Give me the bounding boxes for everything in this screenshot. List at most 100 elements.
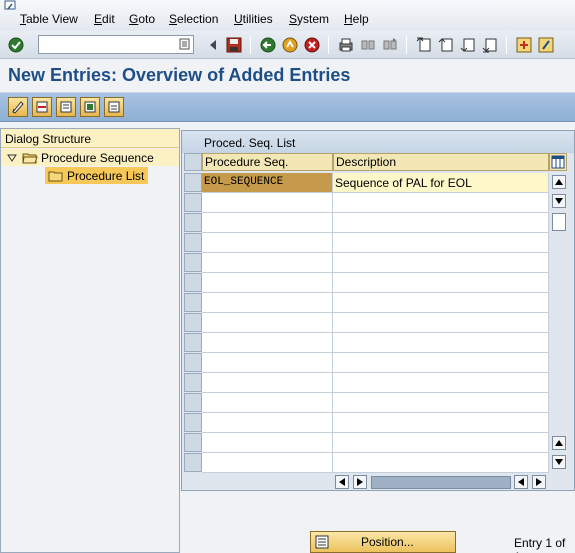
row-selector[interactable] (184, 213, 202, 232)
row-selector[interactable] (184, 413, 202, 432)
cell-procedure-seq[interactable] (202, 213, 333, 233)
row-selector[interactable] (184, 373, 202, 392)
cell-description[interactable] (333, 373, 549, 393)
cell-description[interactable] (333, 253, 549, 273)
cell-procedure-seq[interactable] (202, 453, 333, 473)
scroll-right-icon[interactable] (353, 475, 367, 489)
command-field[interactable] (38, 35, 194, 54)
cell-description[interactable] (333, 293, 549, 313)
row-selector[interactable] (184, 433, 202, 452)
command-input[interactable] (39, 36, 193, 53)
cell-description[interactable]: Sequence of PAL for EOL (333, 173, 549, 193)
menu-utilities[interactable]: Utilities (234, 12, 273, 26)
exit-icon[interactable] (280, 35, 300, 55)
cell-description[interactable] (333, 313, 549, 333)
scroll-up-icon[interactable] (552, 175, 566, 189)
row-selector[interactable] (184, 453, 202, 472)
help-icon[interactable] (536, 35, 556, 55)
row-selector[interactable] (184, 253, 202, 272)
column-header-procedure-seq[interactable]: Procedure Seq. (202, 153, 333, 171)
row-selector[interactable] (184, 333, 202, 352)
cell-procedure-seq[interactable] (202, 273, 333, 293)
enter-icon[interactable] (6, 35, 26, 55)
vertical-scroll-thumb[interactable] (552, 213, 566, 231)
prev-page-icon[interactable] (436, 35, 456, 55)
delete-row-icon[interactable] (32, 97, 52, 117)
back-icon[interactable] (258, 35, 278, 55)
cell-description[interactable] (333, 213, 549, 233)
copy-as-icon[interactable] (56, 97, 76, 117)
select-all-rows-corner[interactable] (184, 153, 202, 171)
menu-system[interactable]: System (289, 12, 329, 26)
save-icon[interactable] (224, 35, 244, 55)
cell-procedure-seq[interactable] (202, 313, 333, 333)
table-settings-icon[interactable] (549, 153, 567, 171)
entry-count: Entry 1 of 1 (514, 536, 566, 553)
create-session-icon[interactable] (514, 35, 534, 55)
cell-description[interactable] (333, 433, 549, 453)
row-selector[interactable] (184, 193, 202, 212)
row-selector[interactable] (184, 233, 202, 252)
cell-procedure-seq[interactable] (202, 393, 333, 413)
cell-description[interactable] (333, 353, 549, 373)
scroll-far-left-icon[interactable] (514, 475, 528, 489)
scroll-page-down-icon[interactable] (552, 455, 566, 469)
position-button[interactable]: Position... (310, 531, 456, 553)
row-selector[interactable] (184, 173, 202, 192)
menu-goto[interactable]: Goto (129, 12, 155, 26)
select-all-icon[interactable] (80, 97, 100, 117)
next-page-icon[interactable] (458, 35, 478, 55)
cell-description[interactable] (333, 333, 549, 353)
row-selector[interactable] (184, 393, 202, 412)
cell-procedure-seq[interactable] (202, 433, 333, 453)
cell-procedure-seq[interactable]: EOL_SEQUENCE (202, 173, 333, 193)
cell-description[interactable] (333, 453, 549, 473)
collapse-left-icon[interactable] (203, 35, 223, 55)
cell-procedure-seq[interactable] (202, 253, 333, 273)
first-page-icon[interactable] (414, 35, 434, 55)
menu-edit[interactable]: Edit (94, 12, 115, 26)
horizontal-scroll-thumb[interactable] (371, 476, 511, 489)
tree-item-procedure-list[interactable]: Procedure List (45, 167, 149, 184)
cell-description[interactable] (333, 193, 549, 213)
cell-procedure-seq[interactable] (202, 233, 333, 253)
tree-item-label: Procedure List (67, 168, 145, 183)
application-toolbar (0, 92, 575, 122)
cell-description[interactable] (333, 273, 549, 293)
menu-help[interactable]: Help (344, 12, 369, 26)
row-selector[interactable] (184, 353, 202, 372)
find-next-icon[interactable] (380, 35, 400, 55)
title-bar: New Entries: Overview of Added Entries (0, 59, 575, 92)
deselect-all-icon[interactable] (104, 97, 124, 117)
menu-bar: Table View Edit Goto Selection Utilities… (0, 0, 575, 31)
system-menu-icon[interactable] (3, 0, 19, 12)
scroll-down-icon[interactable] (552, 194, 566, 208)
cancel-icon[interactable] (302, 35, 322, 55)
cell-procedure-seq[interactable] (202, 413, 333, 433)
cell-procedure-seq[interactable] (202, 193, 333, 213)
cell-description[interactable] (333, 413, 549, 433)
cell-procedure-seq[interactable] (202, 333, 333, 353)
command-history-icon[interactable] (179, 38, 191, 51)
print-icon[interactable] (336, 35, 356, 55)
position-button-label: Position... (361, 535, 414, 549)
row-selector[interactable] (184, 293, 202, 312)
scroll-far-right-icon[interactable] (532, 475, 546, 489)
row-selector[interactable] (184, 273, 202, 292)
cell-description[interactable] (333, 393, 549, 413)
tree-item-procedure-sequence[interactable]: Procedure Sequence (1, 149, 179, 166)
scroll-left-icon[interactable] (335, 475, 349, 489)
cell-procedure-seq[interactable] (202, 353, 333, 373)
row-selector[interactable] (184, 313, 202, 332)
cell-description[interactable] (333, 233, 549, 253)
scroll-page-up-icon[interactable] (552, 436, 566, 450)
cell-procedure-seq[interactable] (202, 293, 333, 313)
last-page-icon[interactable] (480, 35, 500, 55)
display-change-icon[interactable] (8, 97, 28, 117)
menu-table-view[interactable]: Table View (20, 12, 78, 26)
find-icon[interactable] (358, 35, 378, 55)
column-header-description[interactable]: Description (333, 153, 549, 171)
cell-procedure-seq[interactable] (202, 373, 333, 393)
menu-selection[interactable]: Selection (169, 12, 218, 26)
expand-triangle-icon[interactable] (4, 152, 22, 164)
